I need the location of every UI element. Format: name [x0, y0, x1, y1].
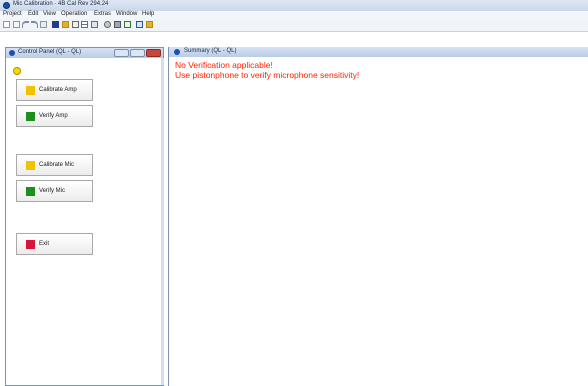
new-icon[interactable]: [3, 21, 10, 28]
copy-icon[interactable]: [40, 21, 47, 28]
app-title: Mic Calibration · 4B Cal Rev 294.24: [13, 1, 109, 7]
check-icon[interactable]: [124, 21, 131, 28]
exit-indicator: [26, 240, 35, 249]
menu-view[interactable]: View: [43, 11, 56, 17]
calibrate-amp-indicator: [26, 86, 35, 95]
image-icon[interactable]: [114, 21, 121, 28]
grid-icon[interactable]: [91, 21, 98, 28]
redo-icon[interactable]: [31, 21, 38, 28]
table-icon[interactable]: [81, 21, 88, 28]
app-icon: [3, 2, 10, 9]
summary-window: Summary (QL - QL) No Verification applic…: [168, 47, 588, 386]
menu-operation[interactable]: Operation: [61, 11, 87, 17]
print-icon[interactable]: [72, 21, 79, 28]
verify-mic-button[interactable]: Verify Mic: [16, 180, 93, 202]
status-light-icon: [13, 67, 21, 75]
verify-mic-indicator: [26, 187, 35, 196]
minimize-button[interactable]: [114, 49, 129, 57]
verify-mic-label: Verify Mic: [39, 188, 66, 194]
maximize-button[interactable]: [130, 49, 145, 57]
exit-label: Exit: [39, 241, 50, 247]
verify-amp-button[interactable]: Verify Amp: [16, 105, 93, 127]
summary-title: Summary (QL - QL): [184, 48, 237, 54]
summary-titlebar: Summary (QL - QL): [169, 47, 588, 57]
calibrate-amp-label: Calibrate Amp: [39, 87, 77, 93]
menu-project[interactable]: Project: [3, 11, 22, 17]
undo-icon[interactable]: [22, 21, 29, 28]
toolbar: [0, 19, 588, 32]
calibrate-mic-button[interactable]: Calibrate Mic: [16, 154, 93, 176]
control-panel-scrollbar[interactable]: [161, 58, 164, 385]
open-icon[interactable]: [13, 21, 20, 28]
folder-icon-2[interactable]: [146, 21, 153, 28]
save-icon[interactable]: [52, 21, 59, 28]
settings-icon[interactable]: [104, 21, 111, 28]
control-panel-window: Control Panel (QL - QL) Calibrate Amp Ve…: [5, 47, 164, 386]
calibrate-amp-button[interactable]: Calibrate Amp: [16, 79, 93, 101]
calibrate-mic-label: Calibrate Mic: [39, 162, 75, 168]
verify-amp-indicator: [26, 112, 35, 121]
control-panel-title: Control Panel (QL - QL): [18, 49, 82, 55]
chart-icon[interactable]: [136, 21, 143, 28]
menu-bar: Project Edit View Operation Extras Windo…: [0, 11, 588, 19]
window-icon: [9, 50, 15, 56]
close-button[interactable]: [146, 49, 161, 57]
window-icon: [174, 49, 180, 55]
summary-message-1: No Verification applicable!: [175, 60, 273, 70]
folder-icon[interactable]: [62, 21, 69, 28]
exit-button[interactable]: Exit: [16, 233, 93, 255]
menu-edit[interactable]: Edit: [28, 11, 38, 17]
calibrate-mic-indicator: [26, 161, 35, 170]
summary-message-2: Use pistonphone to verify microphone sen…: [175, 70, 360, 80]
verify-amp-label: Verify Amp: [39, 113, 68, 119]
menu-help[interactable]: Help: [142, 11, 154, 17]
control-panel-titlebar: Control Panel (QL - QL): [6, 48, 163, 58]
menu-window[interactable]: Window: [116, 11, 137, 17]
menu-extras[interactable]: Extras: [94, 11, 111, 17]
